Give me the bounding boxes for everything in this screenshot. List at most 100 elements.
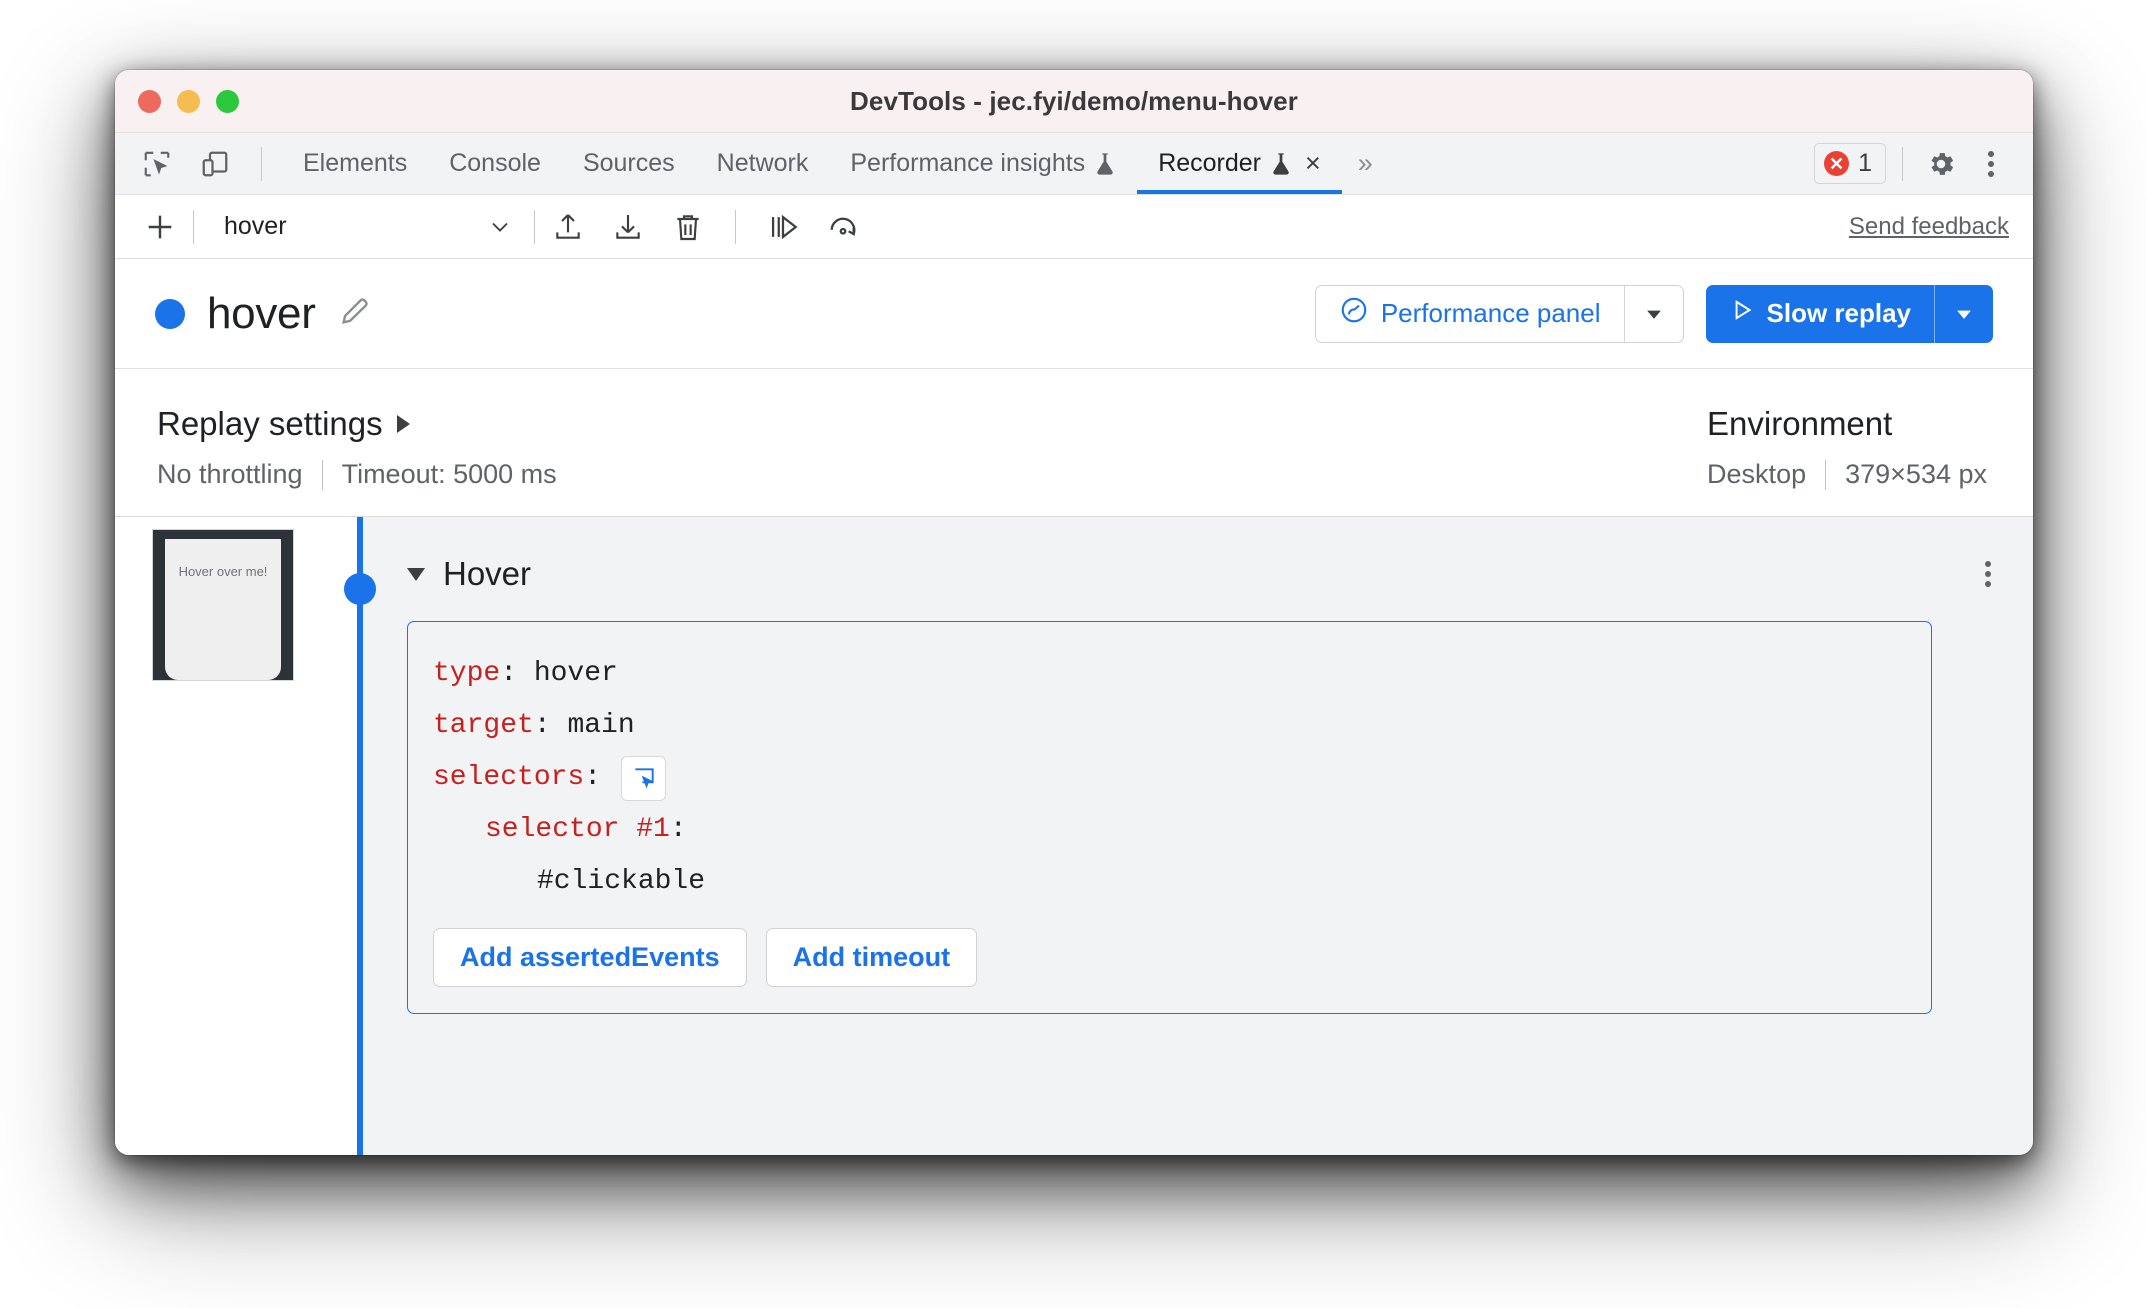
code-line: #clickable [433,856,1901,908]
slow-replay-label: Slow replay [1766,298,1912,328]
environment-section: Environment Desktop 379×534 px [1707,405,1987,490]
step-timeline-marker [344,573,376,605]
window-title: DevTools - jec.fyi/demo/menu-hover [850,85,1298,116]
performance-gauge-icon [1339,295,1369,332]
tab-label: Recorder [1158,149,1262,177]
code-action-buttons: Add assertedEvents Add timeout [433,928,1901,987]
recorder-tool-icons [545,204,866,250]
play-icon [1729,297,1755,330]
chevron-down-icon [492,222,508,232]
throttling-value: No throttling [157,459,303,489]
chevron-down-icon[interactable] [407,567,425,581]
more-options-icon[interactable] [1969,142,2013,186]
add-recording-button[interactable] [137,204,183,250]
step-more-options-icon[interactable] [1985,561,1991,587]
step-code-editor[interactable]: type: hover target: main selectors: sele… [407,621,1932,1014]
tab-sources[interactable]: Sources [562,133,696,194]
replay-settings-summary: No throttling Timeout: 5000 ms [157,459,1707,490]
code-colon: : [669,814,687,845]
tab-label: Console [449,149,541,177]
tab-performance-insights[interactable]: Performance insights [829,133,1137,194]
thumbnail-page-content: Hover over me! [165,539,281,680]
close-icon[interactable]: × [1305,150,1321,177]
tabbar-divider [1902,146,1903,181]
timeout-value: Timeout: 5000 ms [341,459,557,489]
replay-split-button: Slow replay [1705,284,1993,343]
step-over-icon[interactable] [760,204,806,250]
kebab-dots [1985,561,1991,587]
value-divider [1825,459,1827,490]
tab-label: Sources [582,149,675,177]
send-feedback-link[interactable]: Send feedback [1849,213,2009,241]
code-key: selector #1 [485,814,670,845]
tab-elements[interactable]: Elements [282,133,428,194]
devtools-window: DevTools - jec.fyi/demo/menu-hover Eleme… [115,70,2033,1155]
pencil-icon[interactable] [338,294,372,333]
chevron-down-icon [1957,310,1971,319]
chevron-right-icon [396,415,410,433]
more-tabs-icon[interactable]: » [1342,133,1389,194]
kebab-dots [1988,150,1994,177]
settings-row: Replay settings No throttling Timeout: 5… [115,369,2033,517]
recording-select-value: hover [224,212,287,240]
device-value: Desktop [1707,459,1807,489]
toolbar-divider [261,146,262,181]
inspect-element-icon[interactable] [135,142,179,186]
performance-panel-button[interactable]: Performance panel [1316,286,1624,342]
replay-settings-toggle[interactable]: Replay settings [157,405,1707,443]
devtools-tabbar: Elements Console Sources Network Perform… [115,133,2033,195]
window-titlebar: DevTools - jec.fyi/demo/menu-hover [115,70,2033,133]
performance-panel-label: Performance panel [1380,298,1601,328]
add-timeout-button[interactable]: Add timeout [765,928,978,987]
tab-recorder[interactable]: Recorder × [1137,133,1342,194]
settings-gear-icon[interactable] [1919,142,1963,186]
code-colon: : [533,710,568,741]
tab-network[interactable]: Network [696,133,830,194]
chevron-down-icon [1646,310,1661,319]
code-colon: : [584,762,602,793]
code-value: main [567,710,635,741]
recording-actions: Performance panel Slow replay [1314,284,1993,343]
selector-picker-icon[interactable] [621,755,667,801]
code-value: hover [533,658,618,689]
viewport-value: 379×534 px [1845,459,1987,489]
tab-console[interactable]: Console [428,133,562,194]
step-header[interactable]: Hover [407,555,1991,593]
code-key: target [433,710,534,741]
replay-icon[interactable] [820,204,866,250]
code-key: type [433,658,501,689]
environment-summary: Desktop 379×534 px [1707,459,1987,490]
thumbnail-text: Hover over me! [178,564,268,579]
step-screenshot-thumbnail[interactable]: Hover over me! [152,529,294,681]
replay-dropdown[interactable] [1935,285,1993,343]
toolbar-divider [735,209,736,244]
slow-replay-button[interactable]: Slow replay [1706,285,1935,343]
error-count-badge[interactable]: ✕ 1 [1814,143,1886,184]
error-count: 1 [1858,149,1872,177]
step-thumbnail-column: Hover over me! [115,517,357,1155]
tabbar-left-tools [115,133,272,194]
recording-title-group: hover [155,289,372,339]
value-divider [321,459,323,490]
code-line: type: hover [433,648,1901,700]
import-icon[interactable] [605,204,651,250]
export-icon[interactable] [545,204,591,250]
code-line: selector #1: [433,804,1901,856]
flask-icon [1094,152,1116,176]
tab-label: Performance insights [850,149,1086,177]
environment-label: Environment [1707,405,1893,442]
add-asserted-events-button[interactable]: Add assertedEvents [433,928,747,987]
performance-panel-dropdown[interactable] [1625,286,1683,342]
code-line: target: main [433,700,1901,752]
error-icon: ✕ [1824,151,1850,176]
steps-area: Hover over me! Hover type: hover target:… [115,517,2033,1155]
replay-settings-label: Replay settings [157,405,383,442]
device-toolbar-icon[interactable] [193,142,237,186]
recording-status-dot [155,298,185,329]
delete-icon[interactable] [665,204,711,250]
code-key: selectors [433,762,585,793]
toolbar-divider [534,209,535,244]
recording-select[interactable]: hover [204,204,524,250]
environment-title: Environment [1707,405,1987,443]
recording-header: hover Performance panel Slow replay [115,259,2033,369]
